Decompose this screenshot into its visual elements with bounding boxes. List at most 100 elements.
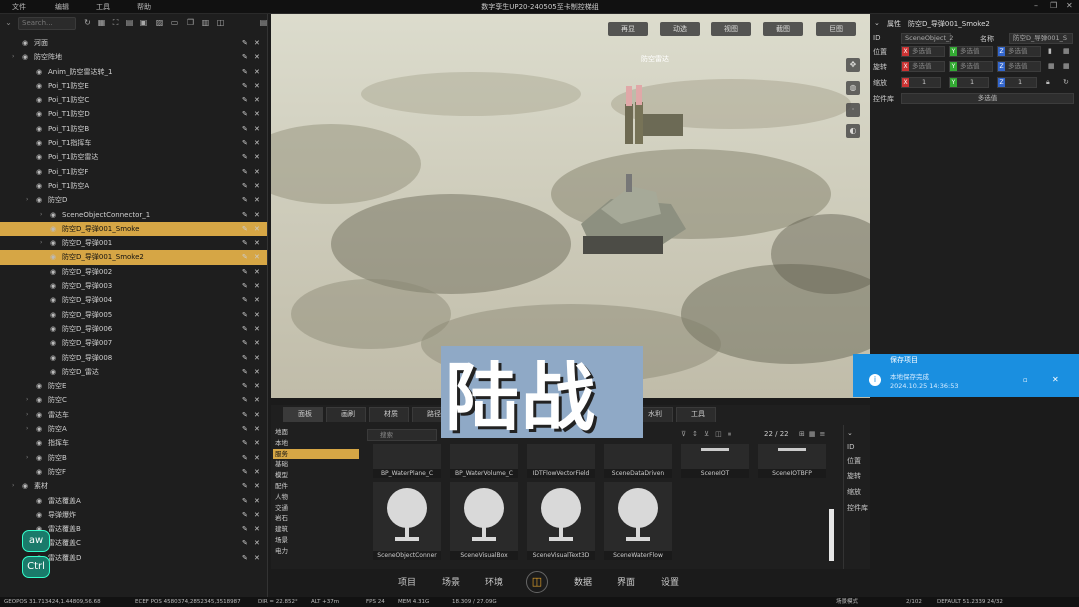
outliner-row[interactable]: › ◉ SceneObjectConnector_1 ✎ ✕ xyxy=(0,208,267,222)
edit-pencil-icon[interactable]: ✎ xyxy=(242,436,248,450)
outliner-row[interactable]: ◉ 防空D_导弹007 ✎ ✕ xyxy=(0,336,267,350)
trash-icon[interactable]: ▮ xyxy=(1048,47,1052,55)
delete-icon[interactable]: ✕ xyxy=(254,150,260,164)
outliner-search-input[interactable]: Search... xyxy=(18,17,76,30)
outliner-row[interactable]: ◉ Anim_防空雷达转_1 ✎ ✕ xyxy=(0,65,267,79)
edit-pencil-icon[interactable]: ✎ xyxy=(242,522,248,536)
delete-icon[interactable]: ✕ xyxy=(254,451,260,465)
edit-pencil-icon[interactable]: ✎ xyxy=(242,308,248,322)
tag-icon[interactable]: ◫ xyxy=(216,18,225,27)
outliner-row[interactable]: ◉ 防空E ✎ ✕ xyxy=(0,379,267,393)
expand-arrow-icon[interactable]: › xyxy=(12,50,14,64)
folder-item[interactable]: 岩石 xyxy=(273,513,359,523)
id-field[interactable]: SceneObject_2 xyxy=(901,33,953,44)
edit-pencil-icon[interactable]: ✎ xyxy=(242,150,248,164)
pos-z-field[interactable]: Z 多选值 xyxy=(997,46,1041,57)
name-field[interactable]: 防空D_导弹001_S xyxy=(1009,33,1073,44)
delete-icon[interactable]: ✕ xyxy=(254,308,260,322)
edit-pencil-icon[interactable]: ✎ xyxy=(242,50,248,64)
edit-pencil-icon[interactable]: ✎ xyxy=(242,36,248,50)
visibility-eye-icon[interactable]: ◉ xyxy=(50,265,56,279)
asset-tile[interactable]: SceneVisualText3D xyxy=(527,482,595,560)
visibility-eye-icon[interactable]: ◉ xyxy=(36,193,42,207)
delete-icon[interactable]: ✕ xyxy=(254,465,260,479)
filter-icons[interactable]: ⊽↕⊻◫⏸ xyxy=(681,430,737,439)
move-icon[interactable]: ✥ xyxy=(846,58,860,72)
image-icon[interactable]: ▨ xyxy=(155,18,164,27)
folder-item[interactable]: 人物 xyxy=(273,492,359,502)
edit-pencil-icon[interactable]: ✎ xyxy=(242,79,248,93)
edit-pencil-icon[interactable]: ✎ xyxy=(242,422,248,436)
asset-tile[interactable]: SceneObjectConner xyxy=(373,482,441,560)
grid-icon[interactable]: ▦ xyxy=(1048,62,1055,70)
edit-pencil-icon[interactable]: ✎ xyxy=(242,250,248,264)
grid-icon[interactable]: ▦ xyxy=(97,18,106,27)
delete-icon[interactable]: ✕ xyxy=(254,265,260,279)
outliner-row[interactable]: ◉ 防空D_导弹005 ✎ ✕ xyxy=(0,308,267,322)
visibility-eye-icon[interactable]: ◉ xyxy=(36,379,42,393)
rot-x-field[interactable]: X 多选值 xyxy=(901,61,945,72)
delete-icon[interactable]: ✕ xyxy=(254,36,260,50)
delete-icon[interactable]: ✕ xyxy=(254,336,260,350)
visibility-eye-icon[interactable]: ◉ xyxy=(36,93,42,107)
minimize-icon[interactable]: – xyxy=(1034,1,1038,10)
nav-environment[interactable]: 环境 xyxy=(485,575,503,588)
delete-icon[interactable]: ✕ xyxy=(254,179,260,193)
nav-project[interactable]: 项目 xyxy=(398,575,416,588)
delete-icon[interactable]: ✕ xyxy=(254,50,260,64)
viewport-btn-select[interactable]: 动选 xyxy=(660,22,700,36)
grid-icon[interactable]: ▦ xyxy=(1063,47,1070,55)
edit-pencil-icon[interactable]: ✎ xyxy=(242,379,248,393)
nav-settings[interactable]: 设置 xyxy=(661,575,679,588)
edit-pencil-icon[interactable]: ✎ xyxy=(242,107,248,121)
outliner-row[interactable]: ◉ Poi_T1防空F ✎ ✕ xyxy=(0,165,267,179)
outliner-row[interactable]: ◉ 防空D_导弹004 ✎ ✕ xyxy=(0,293,267,307)
visibility-eye-icon[interactable]: ◉ xyxy=(50,236,56,250)
edit-pencil-icon[interactable]: ✎ xyxy=(242,408,248,422)
delete-icon[interactable]: ✕ xyxy=(254,65,260,79)
edit-pencil-icon[interactable]: ✎ xyxy=(242,551,248,565)
delete-icon[interactable]: ✕ xyxy=(254,494,260,508)
outliner-row[interactable]: ◉ 防空D_导弹001_Smoke ✎ ✕ xyxy=(0,221,267,237)
expand-arrow-icon[interactable]: › xyxy=(26,408,28,422)
visibility-eye-icon[interactable]: ◉ xyxy=(50,208,56,222)
bag-icon[interactable]: ▣ xyxy=(139,18,148,27)
visibility-eye-icon[interactable]: ◉ xyxy=(36,451,42,465)
visibility-eye-icon[interactable]: ◉ xyxy=(36,136,42,150)
outliner-row[interactable]: ◉ Poi_T1指挥车 ✎ ✕ xyxy=(0,136,267,150)
folder-item[interactable]: 服务 xyxy=(273,448,359,459)
asset-search-input[interactable]: 搜索 xyxy=(367,429,437,441)
tab-material[interactable]: 材质 xyxy=(369,407,409,422)
outliner-row[interactable]: › ◉ 防空B ✎ ✕ xyxy=(0,451,267,465)
delete-icon[interactable]: ✕ xyxy=(254,508,260,522)
scale-y-field[interactable]: Y1 xyxy=(949,77,989,88)
visibility-eye-icon[interactable]: ◉ xyxy=(50,250,56,264)
edit-pencil-icon[interactable]: ✎ xyxy=(242,451,248,465)
delete-icon[interactable]: ✕ xyxy=(254,222,260,236)
edit-pencil-icon[interactable]: ✎ xyxy=(242,236,248,250)
edit-pencil-icon[interactable]: ✎ xyxy=(242,293,248,307)
menu-file[interactable]: 文件 xyxy=(12,2,26,12)
fit-icon[interactable]: ⛶ xyxy=(111,18,120,27)
edit-pencil-icon[interactable]: ✎ xyxy=(242,93,248,107)
nav-scene[interactable]: 场景 xyxy=(442,575,460,588)
delete-icon[interactable]: ✕ xyxy=(254,93,260,107)
visibility-eye-icon[interactable]: ◉ xyxy=(22,50,28,64)
viewport-btn-show[interactable]: 再显 xyxy=(608,22,648,36)
visibility-eye-icon[interactable]: ◉ xyxy=(50,365,56,379)
outliner-row[interactable]: › ◉ 防空A ✎ ✕ xyxy=(0,422,267,436)
asset-tile[interactable]: SceneIOTBFP xyxy=(758,444,826,478)
folder-item[interactable]: 交通 xyxy=(273,503,359,513)
edit-pencil-icon[interactable]: ✎ xyxy=(242,508,248,522)
tab-panel[interactable]: 面板 xyxy=(283,407,323,422)
pos-y-field[interactable]: Y 多选值 xyxy=(949,46,993,57)
delete-icon[interactable]: ✕ xyxy=(254,479,260,493)
outliner-row[interactable]: ◉ 河面 ✎ ✕ xyxy=(0,36,267,50)
edit-pencil-icon[interactable]: ✎ xyxy=(242,479,248,493)
outliner-row[interactable]: › ◉ 雷达车 ✎ ✕ xyxy=(0,408,267,422)
outliner-row[interactable]: ◉ 防空D_导弹002 ✎ ✕ xyxy=(0,265,267,279)
outliner-row[interactable]: ◉ 防空D_导弹006 ✎ ✕ xyxy=(0,322,267,336)
asset-tile[interactable]: SceneVisualBox xyxy=(450,482,518,560)
tab-brush[interactable]: 画刷 xyxy=(326,407,366,422)
outliner-row[interactable]: ◉ 指挥车 ✎ ✕ xyxy=(0,436,267,450)
